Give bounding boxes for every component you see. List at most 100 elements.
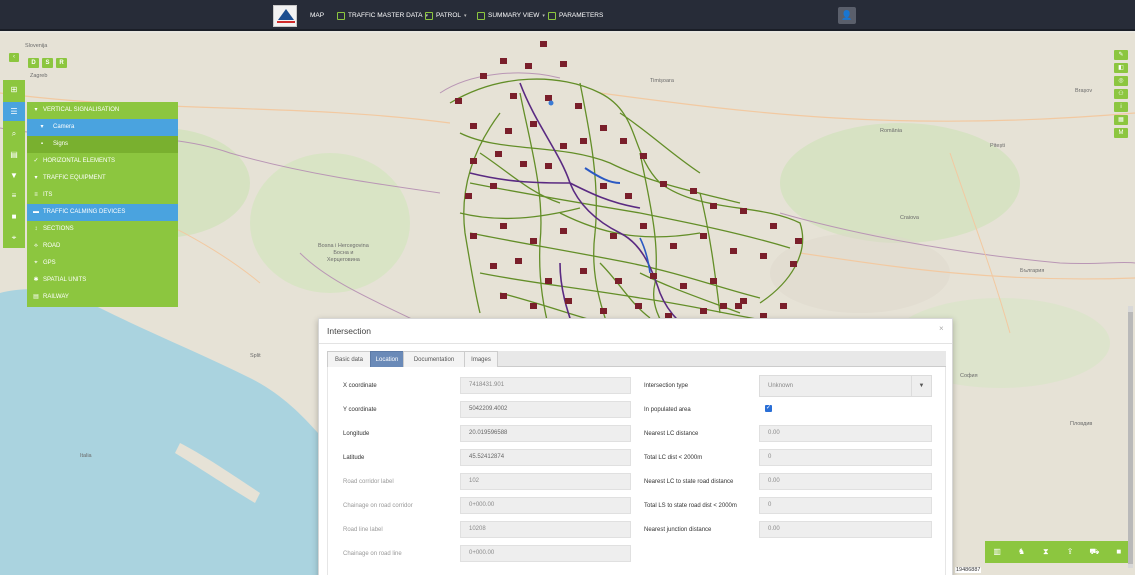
total-lc-dist-field[interactable]: 0 [759,449,932,466]
app-logo[interactable] [273,5,297,27]
nearest-lc-state-road-field[interactable]: 0.00 [759,473,932,490]
dialog-divider [319,343,952,344]
layer-label: Signs [53,141,69,147]
video-icon[interactable]: ■ [3,207,25,226]
upload-icon[interactable]: ⇪ [1062,544,1078,560]
dialog-tabs: Basic data Location Documentation Images [327,351,946,367]
field-label: Road line label [343,527,383,533]
layer-road[interactable]: ⟡ ROAD [27,238,178,255]
coordinates-readout: 19486887 [955,567,982,573]
car-icon[interactable]: ⛟ [1086,544,1102,560]
layer-traffic-calming[interactable]: ▬ TRAFFIC CALMING DEVICES [27,204,178,221]
nearest-junction-distance-field[interactable]: 0.00 [759,521,932,538]
map-label-romania: România [880,128,903,134]
menu-icon[interactable]: ☰ [3,102,25,121]
tag-icon[interactable]: ◧ [1114,63,1128,73]
map-label-bulgaria: България [1020,268,1045,274]
user-icon[interactable]: 👤 [838,7,856,24]
field-label: Y coordinate [343,407,377,413]
camera-icon: ▾ [40,124,44,130]
field-label: Road corridor label [343,479,394,485]
layer-its[interactable]: ≡ ITS [27,187,178,204]
layer-vertical-signalisation[interactable]: ▾ VERTICAL SIGNALISATION [27,102,178,119]
edit-icon [337,12,345,20]
layer-sections[interactable]: ↕ SECTIONS [27,221,178,238]
layer-railway[interactable]: ▤ RAILWAY [27,289,178,306]
nav-patrol[interactable]: PATROL ▾ [425,10,467,22]
nav-summary-view[interactable]: SUMMARY VIEW ▾ [477,10,545,22]
users-icon[interactable]: ⚇ [1114,89,1128,99]
chainage-road-line-field[interactable]: 0+000.00 [460,545,631,562]
caret-down-icon: ▾ [464,13,467,19]
target-icon[interactable]: ◎ [1114,76,1128,86]
dsr-button-r[interactable]: R [56,58,67,68]
map-label-zagreb: Zagreb [30,73,48,79]
layer-gps[interactable]: ⌖ GPS [27,255,178,272]
road-line-label-field[interactable]: 10208 [460,521,631,538]
pencil-icon[interactable]: ✎ [1114,50,1128,60]
calming-icon: ▬ [33,209,39,215]
dsr-button-d[interactable]: D [28,58,39,68]
layer-camera[interactable]: ▾ Camera [27,119,178,136]
nav-traffic-master-data[interactable]: TRAFFIC MASTER DATA ▾ [337,10,428,22]
layer-traffic-equipment[interactable]: ▾ TRAFFIC EQUIPMENT [27,170,178,187]
layer-horizontal-elements[interactable]: ✓ HORIZONTAL ELEMENTS [27,153,178,170]
caret-down-icon: ▾ [542,13,545,19]
edit-doc-icon[interactable]: ▦ [1114,115,1128,125]
layer-label: TRAFFIC CALMING DEVICES [43,209,126,215]
layer-label: TRAFFIC EQUIPMENT [43,175,106,181]
longitude-field[interactable]: 20.019596588 [460,425,631,442]
search-icon[interactable]: ⌕ [3,124,25,143]
hourglass-icon[interactable]: ⧗ [1038,544,1054,560]
map-label-slovenia: Slovenija [25,43,48,49]
layer-spatial-units[interactable]: ✱ SPATIAL UNITS [27,272,178,289]
map-icon[interactable]: ▥ [989,544,1005,560]
field-label: X coordinate [343,383,377,389]
vertical-scrollbar[interactable] [1128,306,1133,568]
intersection-type-select[interactable]: Unknown ▼ [759,375,932,397]
m-icon[interactable]: M [1114,128,1128,138]
chainage-road-corridor-field[interactable]: 0+000.00 [460,497,631,514]
populated-area-checkbox[interactable]: ✓ [765,405,772,412]
sections-icon: ↕ [34,226,38,232]
intersection-dialog: Intersection × Basic data Location Docum… [318,318,953,575]
nav-summary-view-label: SUMMARY VIEW [488,12,540,19]
nav-parameters[interactable]: PARAMETERS [548,10,603,22]
select-value: Unknown [768,383,794,389]
layer-label: VERTICAL SIGNALISATION [43,107,120,113]
field-label: In populated area [644,407,691,413]
scroll-thumb[interactable] [1128,312,1133,564]
collapse-icon[interactable]: ‹ [9,53,19,62]
gps-icon[interactable]: ⌖ [3,228,25,247]
layer-label: GPS [43,260,56,266]
video-icon[interactable]: ■ [1111,544,1127,560]
road-corridor-label-field[interactable]: 102 [460,473,631,490]
layer-signs[interactable]: ▪ Signs [27,136,178,153]
dsr-button-s[interactable]: S [42,58,53,68]
map-layers-icon[interactable]: ⊞ [3,80,25,99]
nearest-lc-distance-field[interactable]: 0.00 [759,425,932,442]
dialog-title: Intersection [327,326,371,336]
patrol-icon [425,12,433,20]
right-toolbar: ✎ ◧ ◎ ⚇ i ▦ M [1114,50,1131,142]
field-label: Nearest junction distance [644,527,712,533]
latitude-field[interactable]: 45.52412874 [460,449,631,466]
map-label-sofia: София [960,373,978,379]
info-icon[interactable]: i [1114,102,1128,112]
document-icon[interactable]: ▤ [3,145,25,164]
nav-map-label: MAP [310,12,325,19]
close-icon[interactable]: × [939,324,944,333]
filter-icon[interactable]: ▼ [3,166,25,185]
y-coordinate-field[interactable]: 5042209.4002 [460,401,631,418]
tab-location[interactable]: Location [370,351,404,367]
map-label-craiova: Craiova [900,215,919,221]
tab-basic-data[interactable]: Basic data [327,351,371,367]
equipment-icon: ▾ [34,175,38,181]
nav-map[interactable]: MAP [310,10,324,22]
x-coordinate-field[interactable]: 7418431.901 [460,377,631,394]
worker-icon[interactable]: ♞ [1013,544,1029,560]
tab-documentation[interactable]: Documentation [403,351,465,367]
total-ls-state-road-field[interactable]: 0 [759,497,932,514]
tab-images[interactable]: Images [464,351,498,367]
list-icon[interactable]: ≡ [3,186,25,205]
